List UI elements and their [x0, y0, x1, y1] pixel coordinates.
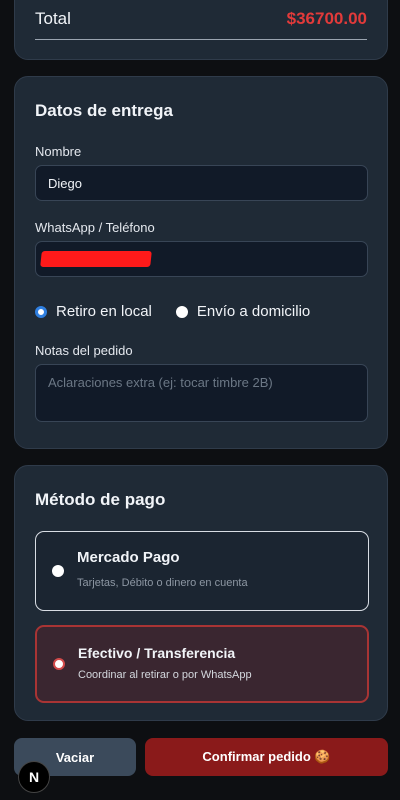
payment-option-title: Mercado Pago: [77, 549, 180, 566]
total-divider: [35, 39, 367, 40]
payment-option-subtitle: Coordinar al retirar o por WhatsApp: [78, 669, 252, 681]
order-summary-card: Total $36700.00: [14, 0, 388, 60]
name-input[interactable]: [35, 165, 368, 201]
radio-selected-icon: [53, 658, 65, 670]
nextjs-letter: N: [28, 769, 40, 785]
radio-home-delivery[interactable]: Envío a domicilio: [175, 303, 311, 320]
notes-label: Notas del pedido: [35, 343, 133, 358]
radio-pickup[interactable]: Retiro en local: [35, 303, 152, 320]
total-value: $36700.00: [286, 9, 367, 28]
radio-home-delivery-label: Envío a domicilio: [196, 303, 311, 320]
radio-unselected-icon: [175, 305, 188, 318]
total-label: Total: [35, 9, 71, 28]
delivery-card: Datos de entrega Nombre WhatsApp / Teléf…: [14, 76, 388, 449]
nextjs-icon[interactable]: N: [18, 761, 50, 793]
confirm-order-button[interactable]: Confirmar pedido 🍪: [145, 738, 388, 776]
redaction-mark: [40, 251, 152, 267]
delivery-title: Datos de entrega: [35, 101, 173, 120]
name-label: Nombre: [35, 144, 82, 159]
payment-option-title: Efectivo / Transferencia: [78, 645, 236, 661]
radio-pickup-label: Retiro en local: [56, 303, 152, 320]
phone-input[interactable]: [35, 241, 368, 277]
total-row: Total $36700.00: [35, 9, 367, 29]
notes-textarea[interactable]: [35, 364, 368, 422]
radio-unselected-icon: [52, 565, 64, 577]
payment-option-cash-transfer[interactable]: Efectivo / Transferencia Coordinar al re…: [35, 625, 369, 703]
shipping-method-group: Retiro en local Envío a domicilio: [35, 303, 334, 320]
payment-option-mercado-pago[interactable]: Mercado Pago Tarjetas, Débito o dinero e…: [35, 531, 369, 611]
radio-selected-icon: [35, 305, 47, 318]
phone-label: WhatsApp / Teléfono: [35, 220, 155, 235]
payment-card: Método de pago Mercado Pago Tarjetas, Dé…: [14, 465, 388, 721]
payment-title: Método de pago: [35, 490, 166, 509]
payment-option-subtitle: Tarjetas, Débito o dinero en cuenta: [77, 577, 248, 589]
